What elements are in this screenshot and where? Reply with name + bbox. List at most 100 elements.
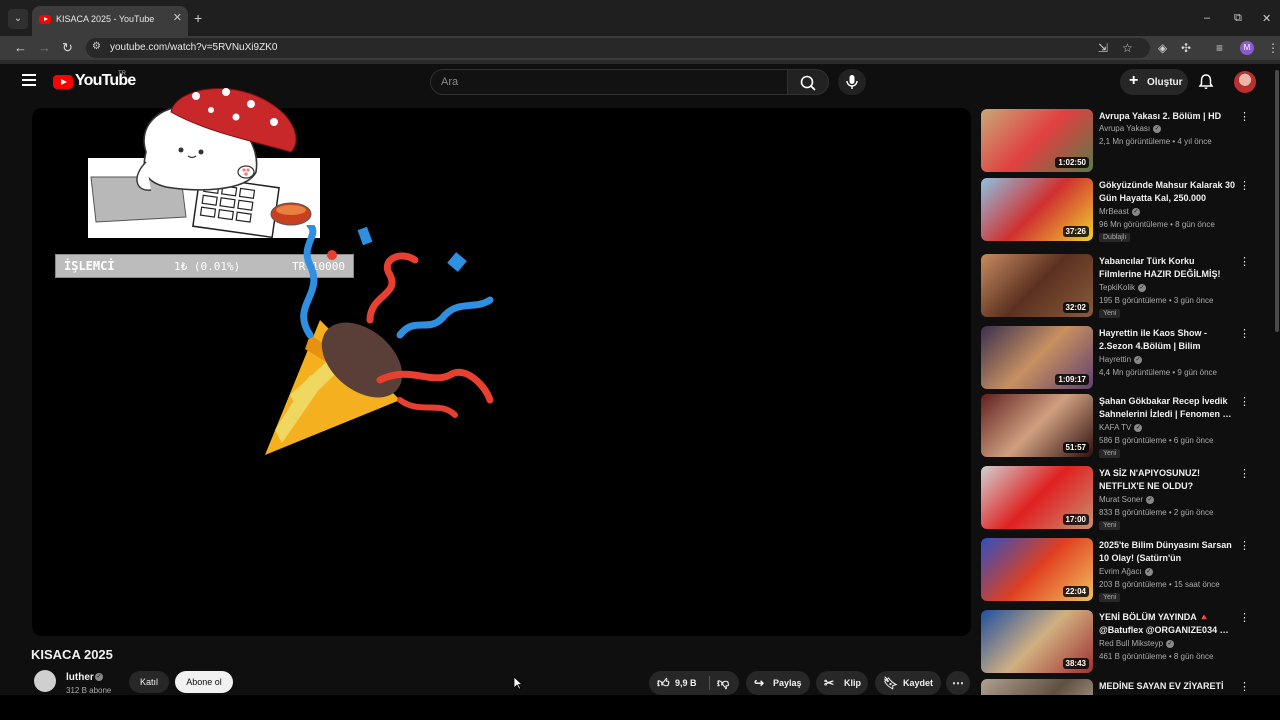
- more-options-icon[interactable]: ⋮: [1239, 180, 1250, 192]
- more-options-icon[interactable]: ⋮: [1239, 540, 1250, 552]
- more-options-icon[interactable]: ⋮: [1239, 396, 1250, 408]
- hamburger-menu-icon[interactable]: [22, 74, 36, 86]
- recommended-channel-name[interactable]: Evrim Ağacı ✓: [1099, 567, 1153, 576]
- recommended-video-title[interactable]: 2025'te Bilim Dünyasını Sarsan 10 Olay! …: [1099, 539, 1237, 565]
- clip-button[interactable]: ✂ Klip: [816, 671, 868, 695]
- verified-check-icon: ✓: [95, 673, 103, 681]
- search-button[interactable]: [787, 69, 829, 95]
- recommended-channel-name[interactable]: Red Bull Mikstеyp ✓: [1099, 639, 1175, 648]
- recommended-channel-name[interactable]: MrBeast ✓: [1099, 207, 1140, 216]
- recommended-video[interactable]: 17:00 YA SİZ N'APIYOSUNUZ! NETFLIX'E NE O…: [981, 466, 1251, 530]
- extensions-puzzle-icon[interactable]: ✣: [1181, 41, 1191, 55]
- subscribe-button[interactable]: Abone ol: [175, 671, 233, 693]
- more-options-icon[interactable]: ⋮: [1239, 468, 1250, 480]
- share-button[interactable]: ↪ Paylaş: [746, 671, 810, 695]
- video-title: KISACA 2025: [31, 647, 113, 662]
- more-options-icon[interactable]: ⋮: [1239, 328, 1250, 340]
- recommended-video-title[interactable]: Avrupa Yakası 2. Bölüm | HD: [1099, 110, 1237, 123]
- window-close-icon[interactable]: ✕: [1262, 12, 1271, 25]
- extension-icon[interactable]: ◈: [1158, 41, 1167, 55]
- recommended-video[interactable]: 51:57 Şahan Gökbakar Recep İvedik Sahnele…: [981, 394, 1251, 458]
- video-thumbnail[interactable]: 17:00: [981, 466, 1093, 529]
- dislike-button[interactable]: 👎︎: [711, 671, 739, 695]
- join-button[interactable]: Katıl: [129, 671, 169, 693]
- back-arrow-icon[interactable]: ←: [14, 40, 27, 56]
- page-scrollbar[interactable]: [1275, 70, 1279, 332]
- reload-icon[interactable]: ↻: [62, 40, 73, 56]
- recommended-video-title[interactable]: YA SİZ N'APIYOSUNUZ! NETFLIX'E NE OLDU?: [1099, 467, 1237, 493]
- more-horizontal-icon: ⋯: [952, 676, 964, 690]
- share-arrow-icon: ↪: [754, 676, 765, 690]
- microphone-icon: [846, 75, 858, 89]
- recommended-video[interactable]: 38:43 YENİ BÖLÜM YAYINDA 🔺 @Batuflex @ORG…: [981, 610, 1251, 674]
- new-tab-plus-icon[interactable]: +: [194, 10, 202, 26]
- media-controls-icon[interactable]: ≡: [1216, 41, 1223, 55]
- user-avatar[interactable]: [1234, 71, 1256, 93]
- processor-label: İŞLEMCİ: [64, 259, 115, 273]
- mouse-cursor-icon: [513, 676, 523, 690]
- browser-tab-active[interactable]: KISACA 2025 - YouTube ✕: [32, 6, 188, 36]
- recommended-video[interactable]: 37:26 Gökyüzünde Mahsur Kalarak 30 Gün Ha…: [981, 178, 1251, 242]
- bookmark-star-icon[interactable]: ☆: [1122, 41, 1133, 55]
- video-thumbnail[interactable]: 22:04: [981, 538, 1093, 601]
- channel-avatar[interactable]: [34, 670, 56, 692]
- recommended-video-meta: 461 B görüntüleme • 8 gün önce: [1099, 652, 1214, 661]
- recommended-video[interactable]: 22:04 2025'te Bilim Dünyasını Sarsan 10 O…: [981, 538, 1251, 602]
- video-thumbnail[interactable]: 32:02: [981, 254, 1093, 317]
- more-actions-button[interactable]: ⋯: [946, 671, 970, 695]
- notifications-bell-icon[interactable]: [1196, 72, 1216, 92]
- recommended-channel-name[interactable]: Hayrettin ✓: [1099, 355, 1143, 364]
- video-thumbnail[interactable]: 51:57: [981, 394, 1093, 457]
- voice-search-button[interactable]: [838, 69, 866, 95]
- save-button[interactable]: 🔖︎ Kaydet: [875, 671, 941, 695]
- video-thumbnail[interactable]: [981, 679, 1093, 695]
- recommended-video-title[interactable]: Yabancılar Türk Korku Filmlerine HAZIR D…: [1099, 255, 1237, 281]
- window-restore-icon[interactable]: ⧉: [1234, 12, 1242, 25]
- window-minimize-icon[interactable]: –: [1204, 12, 1210, 24]
- youtube-logo-icon[interactable]: [53, 75, 73, 89]
- address-bar[interactable]: ⚙ youtube.com/watch?v=5RVNuXi9ZK0 ⇲ ☆: [86, 38, 1150, 58]
- video-thumbnail[interactable]: 1:09:17: [981, 326, 1093, 389]
- recommended-video[interactable]: MEDİNE SAYAN EV ZİYARETİ ⋮: [981, 679, 1251, 695]
- browser-menu-icon[interactable]: ⋮: [1267, 41, 1279, 55]
- recommended-channel-name[interactable]: TepkiKolik ✓: [1099, 283, 1147, 292]
- recommended-video-meta: 833 B görüntüleme • 2 gün önce: [1099, 508, 1214, 517]
- install-app-icon[interactable]: ⇲: [1098, 41, 1108, 55]
- forward-arrow-icon[interactable]: →: [38, 40, 51, 56]
- video-duration: 37:26: [1062, 226, 1089, 237]
- recommended-video-meta: 586 B görüntüleme • 6 gün önce: [1099, 436, 1214, 445]
- recommended-video[interactable]: 1:09:17 Hayrettin ile Kaos Show - 2.Sezon…: [981, 326, 1251, 390]
- more-options-icon[interactable]: ⋮: [1239, 256, 1250, 268]
- recommended-video-title[interactable]: Gökyüzünde Mahsur Kalarak 30 Gün Hayatta…: [1099, 179, 1237, 205]
- recommended-video[interactable]: 32:02 Yabancılar Türk Korku Filmlerine HA…: [981, 254, 1251, 318]
- create-button[interactable]: + Oluştur: [1120, 69, 1188, 95]
- recommended-channel-name[interactable]: Avrupa Yakası ✓: [1099, 124, 1162, 133]
- video-thumbnail[interactable]: 1:02:50: [981, 109, 1093, 172]
- recommended-video-title[interactable]: YENİ BÖLÜM YAYINDA 🔺 @Batuflex @ORGANIZE…: [1099, 611, 1237, 637]
- recommended-video[interactable]: 1:02:50 Avrupa Yakası 2. Bölüm | HD Avrupa…: [981, 109, 1251, 173]
- browser-profile-avatar[interactable]: M: [1240, 41, 1254, 55]
- recommended-video-title[interactable]: Hayrettin ile Kaos Show - 2.Sezon 4.Bölü…: [1099, 327, 1237, 353]
- recommended-channel-name[interactable]: Murat Soner ✓: [1099, 495, 1155, 504]
- more-options-icon[interactable]: ⋮: [1239, 612, 1250, 624]
- more-options-icon[interactable]: ⋮: [1239, 111, 1250, 123]
- recommended-video-title[interactable]: MEDİNE SAYAN EV ZİYARETİ: [1099, 680, 1237, 693]
- like-dislike-group: 👍︎ 9,9 B 👎︎: [649, 671, 739, 695]
- scissors-icon: ✂: [824, 676, 835, 690]
- search-input[interactable]: Ara: [430, 69, 788, 95]
- browser-tab-bar: ⌄ KISACA 2025 - YouTube ✕ + – ⧉ ✕: [0, 0, 1280, 36]
- bookmark-icon: 🔖︎: [883, 676, 899, 690]
- more-options-icon[interactable]: ⋮: [1239, 681, 1250, 693]
- processor-value: 1₺ (0.01%): [174, 260, 241, 273]
- site-info-icon[interactable]: ⚙: [92, 41, 101, 52]
- tab-search-chevron-icon[interactable]: ⌄: [8, 9, 28, 29]
- video-thumbnail[interactable]: 37:26: [981, 178, 1093, 241]
- recommended-video-title[interactable]: Şahan Gökbakar Recep İvedik Sahnelerini …: [1099, 395, 1237, 421]
- video-thumbnail[interactable]: 38:43: [981, 610, 1093, 673]
- url-text[interactable]: youtube.com/watch?v=5RVNuXi9ZK0: [110, 42, 277, 53]
- recommended-video-meta: 96 Mn görüntüleme • 8 gün önce: [1099, 220, 1215, 229]
- tab-close-icon[interactable]: ✕: [173, 11, 182, 24]
- recommended-channel-name[interactable]: KAFA TV ✓: [1099, 423, 1143, 432]
- like-button[interactable]: 👍︎ 9,9 B: [649, 671, 707, 695]
- channel-name[interactable]: luther: [66, 672, 94, 683]
